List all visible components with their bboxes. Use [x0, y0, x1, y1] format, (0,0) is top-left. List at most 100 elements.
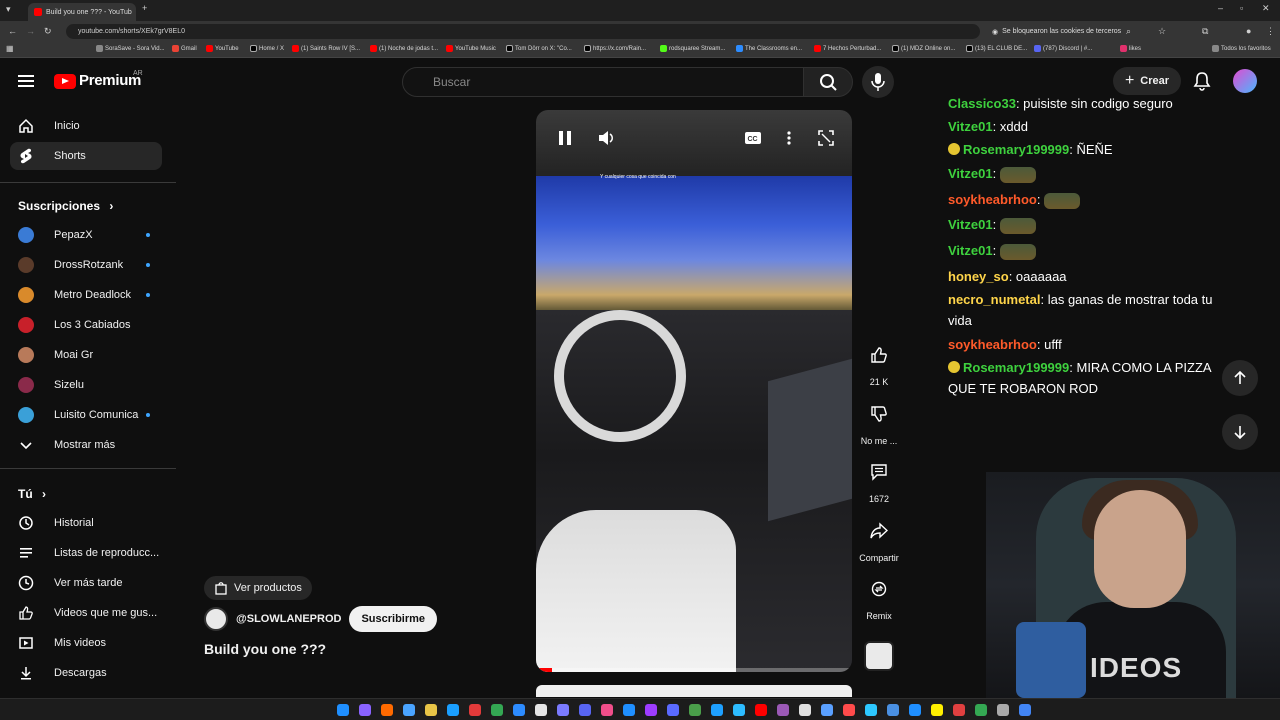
hamburger-menu-icon[interactable]: [18, 73, 36, 89]
video-progress-bar[interactable]: [536, 668, 852, 672]
taskbar-app-icon[interactable]: [953, 704, 965, 716]
taskbar-app-icon[interactable]: [381, 704, 393, 716]
bookmark-15[interactable]: likes: [1120, 45, 1141, 52]
sidebar-item-my-videos[interactable]: Mis videos: [10, 629, 162, 657]
back-icon[interactable]: ←: [8, 26, 17, 36]
tab-menu-icon[interactable]: ▾: [6, 4, 11, 15]
next-short-button[interactable]: [1222, 414, 1258, 450]
channel-name[interactable]: @SLOWLANEPROD: [236, 613, 341, 625]
taskbar-app-icon[interactable]: [1019, 704, 1031, 716]
taskbar-app-icon[interactable]: [997, 704, 1009, 716]
sidebar-item-inicio[interactable]: Inicio: [10, 112, 162, 140]
channel-avatar-button[interactable]: [864, 641, 894, 671]
sidebar-item-downloads[interactable]: Descargas: [10, 659, 162, 687]
captions-button[interactable]: CC: [744, 130, 762, 146]
sidebar-item-metro-deadlock[interactable]: Metro Deadlock: [10, 281, 162, 309]
subscribe-button[interactable]: Suscribirme: [349, 606, 438, 632]
taskbar-app-icon[interactable]: [865, 704, 877, 716]
minimize-icon[interactable]: –: [1218, 3, 1223, 13]
sidebar-item-moai-gr[interactable]: Moai Gr: [10, 341, 162, 369]
taskbar-app-icon[interactable]: [711, 704, 723, 716]
show-more-button[interactable]: Mostrar más: [10, 431, 162, 459]
short-video-player[interactable]: Y cualquier cosa que coincida con CC: [536, 110, 852, 672]
taskbar-app-icon[interactable]: [799, 704, 811, 716]
bookmark-12[interactable]: (1) MDZ Online on...: [892, 45, 955, 52]
taskbar-app-icon[interactable]: [513, 704, 525, 716]
forward-icon[interactable]: →: [26, 26, 35, 36]
bookmark-4[interactable]: (1) Saints Row IV [S...: [292, 45, 360, 52]
sidebar-item-los-3-cabiados[interactable]: Los 3 Cabiados: [10, 311, 162, 339]
taskbar-app-icon[interactable]: [887, 704, 899, 716]
bookmark-13[interactable]: (13) EL CLUB DE...: [966, 45, 1027, 52]
taskbar-app-icon[interactable]: [337, 704, 349, 716]
products-button[interactable]: Ver productos: [204, 576, 312, 600]
browser-tab[interactable]: Build you one ??? - YouTub: [28, 3, 136, 21]
apps-icon[interactable]: ▦: [6, 44, 14, 53]
like-button[interactable]: 21 K: [862, 338, 896, 387]
taskbar-app-icon[interactable]: [579, 704, 591, 716]
sidebar-item-drossrotzank[interactable]: DrossRotzank: [10, 251, 162, 279]
taskbar-app-icon[interactable]: [425, 704, 437, 716]
taskbar-app-icon[interactable]: [843, 704, 855, 716]
taskbar-app-icon[interactable]: [733, 704, 745, 716]
taskbar-app-icon[interactable]: [557, 704, 569, 716]
sidebar-item-watch-later[interactable]: Ver más tarde: [10, 569, 162, 597]
pause-button[interactable]: [558, 130, 572, 146]
bookmark-1[interactable]: Gmail: [172, 45, 197, 52]
sidebar-item-historial[interactable]: Historial: [10, 509, 162, 537]
bookmark-2[interactable]: YouTube: [206, 45, 239, 52]
taskbar-app-icon[interactable]: [667, 704, 679, 716]
close-window-icon[interactable]: ✕: [1262, 3, 1270, 14]
taskbar-app-icon[interactable]: [469, 704, 481, 716]
channel-avatar[interactable]: [204, 607, 228, 631]
bookmark-3[interactable]: Home / X: [250, 45, 284, 52]
comments-button[interactable]: 1672: [862, 455, 896, 504]
zoom-icon[interactable]: ⌕: [1126, 26, 1131, 37]
voice-search-button[interactable]: [862, 66, 894, 98]
profile-icon[interactable]: ●: [1246, 26, 1251, 36]
bookmark-7[interactable]: Tom Dörr on X: "Co...: [506, 45, 572, 52]
share-button[interactable]: Compartir: [859, 514, 899, 563]
url-field[interactable]: youtube.com/shorts/XEk7grV8EL0: [66, 24, 980, 39]
taskbar-app-icon[interactable]: [777, 704, 789, 716]
taskbar-app-icon[interactable]: [623, 704, 635, 716]
new-tab-icon[interactable]: +: [142, 3, 147, 13]
logo-text[interactable]: Premium: [79, 72, 141, 89]
taskbar-app-icon[interactable]: [535, 704, 547, 716]
remix-button[interactable]: Remix: [862, 572, 896, 621]
bookmark-5[interactable]: (1) Noche de jodas t...: [370, 45, 438, 52]
maximize-icon[interactable]: ▫: [1240, 3, 1243, 13]
bookmark-6[interactable]: YouTube Music: [446, 45, 496, 52]
search-input[interactable]: Buscar: [402, 67, 804, 97]
subscriptions-heading[interactable]: Suscripciones ›: [18, 199, 113, 213]
taskbar-app-icon[interactable]: [931, 704, 943, 716]
youtube-logo-icon[interactable]: [54, 74, 76, 89]
taskbar-app-icon[interactable]: [689, 704, 701, 716]
next-short-preview[interactable]: [536, 685, 852, 697]
you-heading[interactable]: Tú ›: [18, 487, 46, 501]
taskbar-app-icon[interactable]: [447, 704, 459, 716]
more-options-button[interactable]: [786, 130, 792, 146]
create-button[interactable]: + Crear: [1113, 67, 1181, 95]
sidebar-item-pepazx[interactable]: PepazX: [10, 221, 162, 249]
taskbar-app-icon[interactable]: [403, 704, 415, 716]
bookmark-11[interactable]: 7 Hechos Perturbad...: [814, 45, 881, 52]
taskbar-app-icon[interactable]: [491, 704, 503, 716]
taskbar-app-icon[interactable]: [975, 704, 987, 716]
taskbar-app-icon[interactable]: [909, 704, 921, 716]
reload-icon[interactable]: ↻: [44, 26, 52, 37]
account-avatar[interactable]: [1233, 69, 1257, 93]
previous-short-button[interactable]: [1222, 360, 1258, 396]
volume-button[interactable]: [598, 130, 616, 146]
taskbar-app-icon[interactable]: [755, 704, 767, 716]
sidebar-item-shorts[interactable]: Shorts: [10, 142, 162, 170]
sidebar-item-sizelu[interactable]: Sizelu: [10, 371, 162, 399]
bookmark-0[interactable]: SoraSave - Sora Vid...: [96, 45, 165, 52]
taskbar-app-icon[interactable]: [601, 704, 613, 716]
extensions-icon[interactable]: ⧉: [1202, 26, 1208, 37]
sidebar-item-luisito-comunica[interactable]: Luisito Comunica: [10, 401, 162, 429]
all-bookmarks[interactable]: Todos los favoritos: [1212, 45, 1271, 52]
bookmark-8[interactable]: https://x.com/Rain...: [584, 45, 646, 52]
dislike-button[interactable]: No me ...: [861, 397, 897, 446]
bookmark-10[interactable]: The Classrooms en...: [736, 45, 802, 52]
